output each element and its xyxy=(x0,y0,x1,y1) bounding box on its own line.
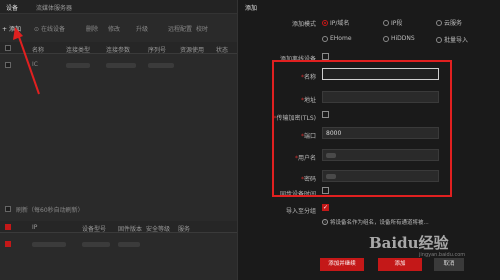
col-ip[interactable]: IP xyxy=(32,224,37,231)
tab-device[interactable]: 设备 xyxy=(6,3,18,12)
radio-selected-icon xyxy=(322,19,328,26)
group-hint: i 将设备名作为组名，设备所有通道将被... xyxy=(322,218,429,226)
row-checkbox[interactable] xyxy=(5,241,11,247)
add-button[interactable]: 添加 xyxy=(378,258,422,271)
table-row[interactable] xyxy=(0,239,237,249)
col-conn-type[interactable]: 连接类型 xyxy=(66,45,90,54)
radio-icon xyxy=(383,19,389,26)
lower-toolbar: 刷新（每60秒自动刷新） xyxy=(0,203,237,215)
select-all-checkbox[interactable] xyxy=(5,45,11,51)
col-firmware[interactable]: 固件版本 xyxy=(118,224,142,233)
mode-hiddns-radio[interactable]: HiDDNS xyxy=(383,35,415,42)
mode-ehome-radio[interactable]: EHome xyxy=(322,35,352,42)
annotation-arrow-icon xyxy=(13,27,40,95)
col-status[interactable]: 状态 xyxy=(216,45,228,54)
mode-ip-domain-radio[interactable]: IP/域名 xyxy=(322,18,349,27)
radio-icon xyxy=(436,36,442,43)
mode-batch-import-radio[interactable]: 批量导入 xyxy=(436,35,468,44)
row-checkbox[interactable] xyxy=(5,62,11,68)
delete-button[interactable]: 删除 xyxy=(86,24,98,33)
select-all-online-checkbox[interactable] xyxy=(5,224,11,230)
remote-config-button[interactable]: 远程配置 xyxy=(168,24,192,33)
offline-device-checkbox[interactable] xyxy=(322,53,329,60)
annotation-highlight-box xyxy=(272,60,452,197)
tab-stream-server[interactable]: 流媒体服务器 xyxy=(36,3,72,12)
radio-icon xyxy=(322,35,328,42)
mode-cloud-radio[interactable]: 云服务 xyxy=(436,18,462,27)
add-device-dialog: 添加 添加模式 IP/域名 IP段 云服务 EHome HiDDNS 批量导入 … xyxy=(237,0,500,280)
time-sync-button[interactable]: 校时 xyxy=(196,24,208,33)
cancel-button[interactable]: 取消 xyxy=(434,258,464,271)
refresh-button[interactable]: 刷新（每60秒自动刷新） xyxy=(16,205,84,214)
col-model[interactable]: 设备型号 xyxy=(82,224,106,233)
col-security[interactable]: 安全等级 xyxy=(146,224,170,233)
col-conn-param[interactable]: 连接参数 xyxy=(106,45,130,54)
radio-icon xyxy=(383,35,389,42)
add-mode-label: 添加模式 xyxy=(291,21,316,28)
import-group-label: 导入至分组 xyxy=(285,208,316,215)
import-group-checkbox[interactable]: ✓ xyxy=(322,204,329,211)
online-table-header: IP 设备型号 固件版本 安全等级 服务 xyxy=(0,221,237,233)
col-resource[interactable]: 资源使用 xyxy=(180,45,204,54)
baidu-watermark: Baidu经验 jingyan.baidu.com xyxy=(369,234,466,258)
refresh-icon[interactable] xyxy=(5,206,11,212)
top-tabs: 设备 流媒体服务器 xyxy=(0,0,237,14)
col-service[interactable]: 服务 xyxy=(178,224,190,233)
mode-ip-segment-radio[interactable]: IP段 xyxy=(383,18,402,27)
plus-icon: + xyxy=(2,26,9,33)
radio-icon xyxy=(436,19,442,26)
dialog-title: 添加 xyxy=(245,5,258,12)
modify-button[interactable]: 修改 xyxy=(108,24,120,33)
upgrade-button[interactable]: 升级 xyxy=(136,24,148,33)
col-serial[interactable]: 序列号 xyxy=(148,45,166,54)
info-icon: i xyxy=(322,219,328,225)
add-and-continue-button[interactable]: 添加并继续 xyxy=(320,258,364,271)
